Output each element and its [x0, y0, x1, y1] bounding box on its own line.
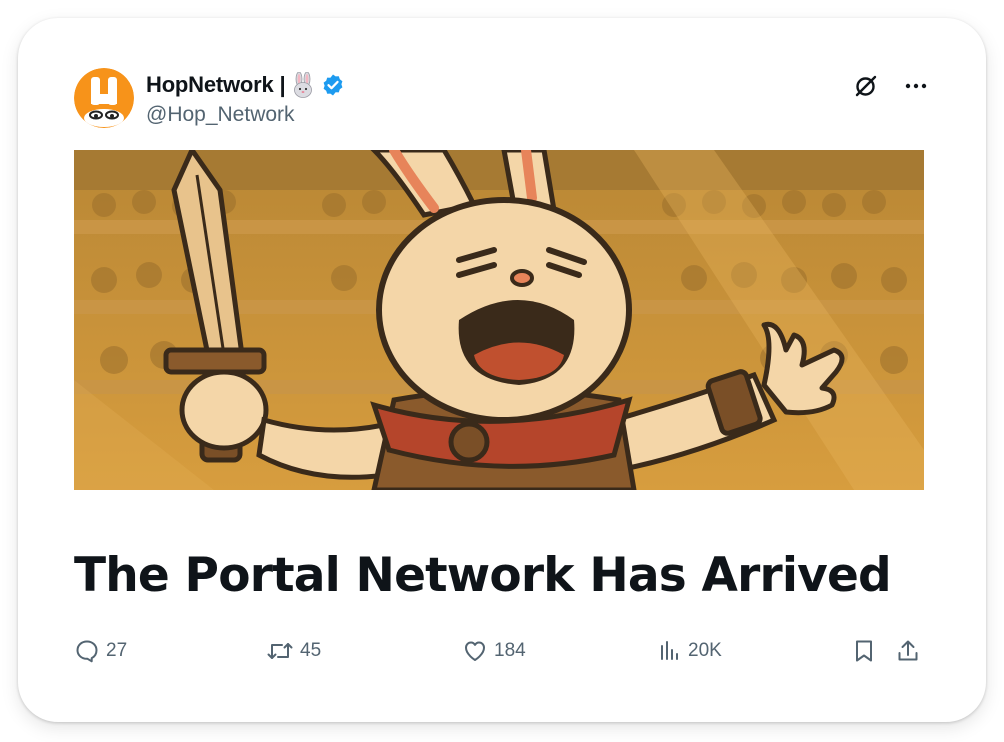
- like-count: 184: [494, 640, 526, 661]
- views-count: 20K: [688, 640, 722, 661]
- share-icon: [896, 638, 920, 664]
- repost-button[interactable]: 45: [266, 638, 321, 664]
- avatar[interactable]: [74, 68, 134, 128]
- user-handle[interactable]: @Hop_Network: [146, 103, 345, 127]
- tweet-actions-bar: 27 45 184 20K: [74, 638, 924, 670]
- reply-count: 27: [106, 640, 128, 661]
- heart-icon: [462, 638, 488, 664]
- header-actions: [852, 72, 930, 100]
- analytics-icon: [658, 638, 682, 664]
- like-button[interactable]: 184: [462, 638, 526, 664]
- rabbit-face-icon: [290, 71, 316, 98]
- repost-count: 45: [300, 640, 322, 661]
- tweet-card[interactable]: HopNetwork | @Hop_Network The Portal Net…: [18, 18, 986, 722]
- bookmark-button[interactable]: [852, 638, 876, 664]
- gladiator-bunny-illustration: [74, 150, 924, 490]
- share-button[interactable]: [896, 638, 920, 664]
- display-name[interactable]: HopNetwork |: [146, 72, 286, 98]
- more-icon[interactable]: [902, 72, 930, 100]
- article-title[interactable]: The Portal Network Has Arrived: [74, 548, 892, 603]
- reply-icon: [74, 638, 100, 664]
- repost-icon: [266, 638, 294, 664]
- reply-button[interactable]: 27: [74, 638, 127, 664]
- verified-badge-icon[interactable]: [321, 73, 345, 97]
- grok-icon[interactable]: [852, 72, 880, 100]
- tweet-header: HopNetwork | @Hop_Network: [74, 68, 930, 128]
- user-info: HopNetwork | @Hop_Network: [146, 70, 345, 127]
- tweet-media-image[interactable]: [74, 150, 924, 490]
- views-button[interactable]: 20K: [658, 638, 722, 664]
- bookmark-icon: [852, 638, 876, 664]
